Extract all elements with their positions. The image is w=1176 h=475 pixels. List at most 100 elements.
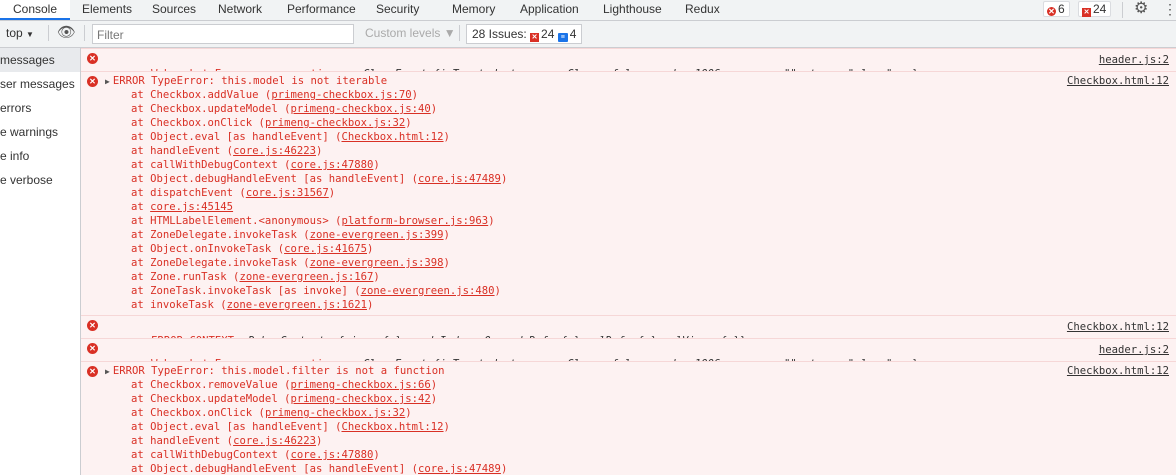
stack-frame-suffix: ) bbox=[430, 379, 438, 391]
stack-frame-link[interactable]: primeng-checkbox.js:40 bbox=[290, 103, 430, 115]
console-sidebar: messages ser messages errors e warnings … bbox=[0, 48, 81, 475]
expand-triangle-icon[interactable]: ▶ bbox=[105, 77, 110, 86]
console-message[interactable]: ✕ ▶Websocket Error, reconnecting: ▶Close… bbox=[81, 338, 1176, 370]
stack-frame-link[interactable]: zone-evergreen.js:399 bbox=[310, 229, 444, 241]
console-message[interactable]: ✕ ▶ ERROR TypeError: this.model is not it… bbox=[81, 71, 1176, 315]
stack-frame: at callWithDebugContext (core.js:47880) bbox=[81, 448, 1176, 462]
stack-frame-link[interactable]: core.js:31567 bbox=[246, 187, 329, 199]
console-toolbar: top ▼ 👁 Custom levels ▼ 28 Issues: ✕24 ≡… bbox=[0, 21, 1176, 48]
issues-button[interactable]: 28 Issues: ✕ 24 ≡ 4 bbox=[466, 24, 583, 44]
stack-frame-link[interactable]: zone-evergreen.js:480 bbox=[361, 285, 495, 297]
stack-frame-function: at handleEvent ( bbox=[131, 145, 234, 157]
stack-frame-function: at Zone.runTask ( bbox=[131, 271, 240, 283]
warning-count-badge[interactable]: ✕ 24 bbox=[1078, 1, 1112, 17]
stack-frame-link[interactable]: platform-browser.js:963 bbox=[341, 215, 488, 227]
sidebar-item-label: messages bbox=[0, 53, 55, 67]
stack-frame-link[interactable]: Checkbox.html:12 bbox=[341, 131, 443, 143]
tab-elements[interactable]: Elements bbox=[82, 0, 132, 20]
tab-sources[interactable]: Sources bbox=[152, 0, 196, 20]
stack-frame-suffix: ) bbox=[315, 435, 323, 447]
error-count-badge[interactable]: ✕ 6 bbox=[1043, 1, 1070, 17]
issue-error-icon: ✕ bbox=[530, 33, 540, 42]
tab-memory[interactable]: Memory bbox=[452, 0, 495, 20]
sidebar-item-info[interactable]: e info bbox=[0, 144, 80, 168]
sidebar-item-verbose[interactable]: e verbose bbox=[0, 168, 80, 192]
gear-icon[interactable]: ⚙ bbox=[1134, 0, 1148, 18]
stack-frame-link[interactable]: primeng-checkbox.js:32 bbox=[265, 117, 405, 129]
tab-console[interactable]: Console bbox=[0, 0, 70, 20]
console-message[interactable]: ✕ ▶ERROR CONTEXT ▶DebugContext_ {view: {… bbox=[81, 315, 1176, 347]
tab-lighthouse[interactable]: Lighthouse bbox=[603, 0, 662, 20]
error-icon: ✕ bbox=[1047, 7, 1056, 16]
stack-frame: at ZoneDelegate.invokeTask (zone-evergre… bbox=[81, 256, 1176, 270]
stack-frame-link[interactable]: core.js:46223 bbox=[233, 435, 316, 447]
stack-frame-function: at ZoneDelegate.invokeTask ( bbox=[131, 229, 310, 241]
error-icon: ✕ bbox=[87, 53, 98, 64]
stack-frame-link[interactable]: core.js:47880 bbox=[290, 159, 373, 171]
stack-frame-function: at ZoneDelegate.invokeTask ( bbox=[131, 257, 310, 269]
source-link[interactable]: header.js:2 bbox=[1099, 344, 1169, 356]
stack-frame-suffix: ) bbox=[494, 285, 501, 297]
stack-frame-link[interactable]: primeng-checkbox.js:32 bbox=[265, 407, 405, 419]
stack-frame-link[interactable]: core.js:47489 bbox=[418, 463, 501, 475]
stack-frame-function: at Object.onInvokeTask ( bbox=[131, 243, 285, 255]
stack-frame-link[interactable]: primeng-checkbox.js:42 bbox=[290, 393, 430, 405]
expand-triangle-icon[interactable]: ▶ bbox=[105, 367, 110, 376]
context-label: top bbox=[6, 26, 23, 40]
stack-frame-link[interactable]: core.js:45145 bbox=[150, 201, 233, 213]
source-link[interactable]: Checkbox.html:12 bbox=[1067, 365, 1169, 377]
stack-frame: at Checkbox.onClick (primeng-checkbox.js… bbox=[81, 116, 1176, 130]
source-link[interactable]: Checkbox.html:12 bbox=[1067, 321, 1169, 333]
stack-frame: at HTMLLabelElement.<anonymous> (platfor… bbox=[81, 214, 1176, 228]
stack-frame-link[interactable]: Checkbox.html:12 bbox=[341, 421, 443, 433]
more-options-icon[interactable]: ⋮ bbox=[1163, 0, 1176, 18]
stack-frame-function: at bbox=[131, 201, 151, 213]
source-link[interactable]: Checkbox.html:12 bbox=[1067, 75, 1169, 87]
tab-application[interactable]: Application bbox=[520, 0, 579, 20]
console-message[interactable]: ✕ ▶Websocket Error, reconnecting: ▶Close… bbox=[81, 48, 1176, 80]
tab-redux[interactable]: Redux bbox=[685, 0, 720, 20]
stack-frame-suffix: ) bbox=[373, 271, 380, 283]
sidebar-item-label: ser messages bbox=[0, 77, 75, 91]
stack-frame: at handleEvent (core.js:46223) bbox=[81, 144, 1176, 158]
stack-frame-suffix: ) bbox=[315, 145, 323, 157]
stack-frame-link[interactable]: zone-evergreen.js:167 bbox=[239, 271, 373, 283]
stack-frame-link[interactable]: zone-evergreen.js:398 bbox=[310, 257, 444, 269]
eye-icon[interactable]: 👁 bbox=[57, 23, 76, 41]
stack-frame-function: at callWithDebugContext ( bbox=[131, 449, 291, 461]
issue-info-icon: ≡ bbox=[557, 33, 568, 42]
sidebar-item-label: e info bbox=[0, 149, 30, 163]
stack-frame-function: at Object.eval [as handleEvent] ( bbox=[131, 131, 342, 143]
sidebar-item-warnings[interactable]: e warnings bbox=[0, 120, 80, 144]
stack-frame-link[interactable]: primeng-checkbox.js:66 bbox=[290, 379, 430, 391]
stack-frame-link[interactable]: primeng-checkbox.js:70 bbox=[271, 89, 411, 101]
stack-frame-function: at dispatchEvent ( bbox=[131, 187, 246, 199]
tab-performance[interactable]: Performance bbox=[287, 0, 356, 20]
tab-network[interactable]: Network bbox=[218, 0, 262, 20]
sidebar-item-user-messages[interactable]: ser messages bbox=[0, 72, 80, 96]
stack-frame-function: at ZoneTask.invokeTask [as invoke] ( bbox=[131, 285, 361, 297]
stack-frame-link[interactable]: core.js:41675 bbox=[284, 243, 367, 255]
log-levels-dropdown[interactable]: Custom levels ▼ bbox=[365, 26, 456, 40]
sidebar-item-errors[interactable]: errors bbox=[0, 96, 80, 120]
sidebar-item-messages[interactable]: messages bbox=[0, 48, 80, 72]
issues-label: 28 Issues: bbox=[472, 27, 527, 41]
stack-frame-link[interactable]: core.js:46223 bbox=[233, 145, 316, 157]
stack-frame-link[interactable]: core.js:47880 bbox=[290, 449, 373, 461]
console-message[interactable]: ✕ ▶ ERROR TypeError: this.model.filter is… bbox=[81, 361, 1176, 475]
stack-frame-suffix: ) bbox=[500, 173, 508, 185]
stack-frame-suffix: ) bbox=[411, 89, 419, 101]
stack-frame-link[interactable]: zone-evergreen.js:1621 bbox=[227, 299, 367, 311]
stack-frame-suffix: ) bbox=[430, 393, 438, 405]
tab-security[interactable]: Security bbox=[376, 0, 419, 20]
filter-input[interactable] bbox=[92, 24, 354, 44]
context-selector[interactable]: top ▼ bbox=[6, 26, 34, 40]
devtools-tab-bar: Console Elements Sources Network Perform… bbox=[0, 0, 1176, 21]
source-link[interactable]: header.js:2 bbox=[1099, 54, 1169, 66]
message-text: ERROR TypeError: this.model is not itera… bbox=[112, 75, 388, 87]
stack-frame-function: at Checkbox.addValue ( bbox=[131, 89, 272, 101]
stack-frame-suffix: ) bbox=[373, 159, 380, 171]
stack-frame-link[interactable]: core.js:47489 bbox=[418, 173, 501, 185]
console-messages: ✕ ▶Websocket Error, reconnecting: ▶Close… bbox=[81, 48, 1176, 475]
stack-frame: at callWithDebugContext (core.js:47880) bbox=[81, 158, 1176, 172]
